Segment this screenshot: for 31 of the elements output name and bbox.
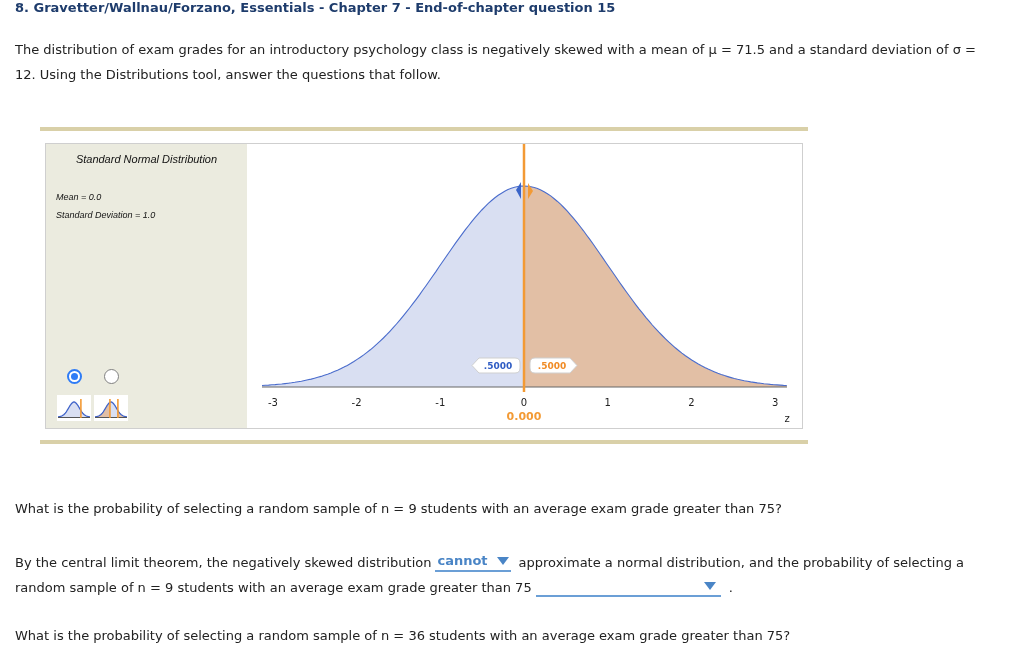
bell-curve-icon — [94, 395, 128, 421]
question-title: 8. Gravetter/Wallnau/Forzano, Essentials - Chapter 7 - End-of-chapter question 15 — [14, 0, 616, 15]
caret-down-icon — [703, 581, 716, 590]
left-handle-icon[interactable] — [516, 182, 521, 199]
tick-label: -1 — [435, 397, 446, 408]
tick-label: 1 — [604, 397, 611, 408]
question-text: What is the probability of selecting a random sample of n = 9 students with an average exam grade greater than 75? — [15, 500, 782, 518]
stat-text: Standard Deviation = 1.0 — [56, 209, 156, 221]
sentence-text: random sample of n = 9 students with an average exam grade greater than 75 — [15, 578, 532, 597]
radio-button[interactable] — [66, 369, 82, 384]
probability-tag: .5000 — [529, 357, 578, 374]
bell-curve-icon — [57, 395, 91, 421]
right-handle-icon[interactable] — [528, 183, 533, 199]
panel-title: Standard Normal Distribution — [75, 153, 218, 166]
tick-label: -2 — [351, 397, 362, 408]
cut-value: 0.000 — [506, 410, 542, 423]
intro-text: The distribution of exam grades for an introductory psychology class is negatively skewed with a mean of μ = 71.5 and a standard deviation of σ = 12. Using the Distributions tool, answer the questions that follow. — [15, 41, 977, 84]
sentence-text: By the central limit theorem, the negatively skewed distribution — [15, 553, 432, 572]
question-text: What is the probability of selecting a random sample of n = 36 students with an average exam grade greater than 75? — [15, 627, 791, 645]
tick-label: 3 — [771, 397, 779, 408]
radio-button[interactable] — [103, 369, 119, 384]
probability-tag: .5000 — [471, 357, 521, 374]
caret-down-icon — [496, 556, 509, 565]
tick-label: 2 — [688, 397, 695, 408]
stat-text: Mean = 0.0 — [56, 191, 102, 203]
tick-label: 0 — [520, 397, 528, 408]
sentence-text: approximate a normal distribution, and the probability of selecting a — [518, 553, 964, 572]
answer-dropdown[interactable]: cannot — [435, 551, 511, 572]
sentence-text: . — [728, 578, 733, 597]
axis-label: z — [784, 413, 790, 424]
tick-label: -3 — [267, 397, 278, 408]
